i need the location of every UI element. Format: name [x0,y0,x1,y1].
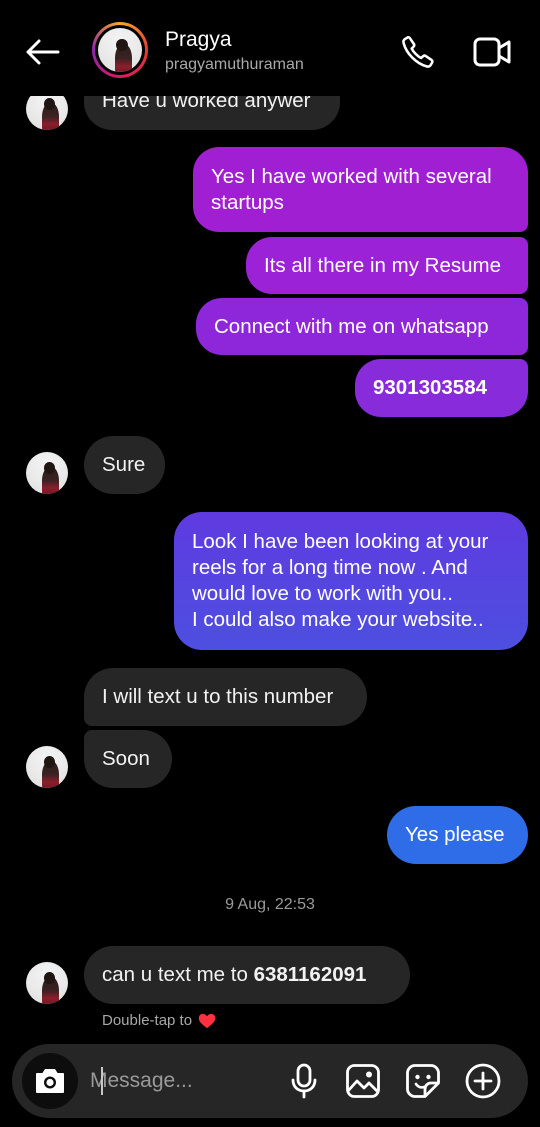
outgoing-message[interactable]: Yes I have worked with several startups [193,147,528,232]
video-call-button[interactable] [470,30,514,74]
sticker-icon [406,1064,440,1098]
text-cursor [101,1067,103,1095]
incoming-message[interactable]: can u text me to 6381162091 [84,946,410,1004]
double-tap-label: Double-tap to [102,1012,193,1029]
image-icon [346,1064,380,1098]
sender-avatar[interactable] [26,962,68,1004]
message-input[interactable] [90,1064,280,1098]
back-arrow-icon [26,39,60,65]
outgoing-message[interactable]: Its all there in my Resume [246,237,528,294]
contact-username[interactable]: pragyamuthuraman [165,56,304,74]
outgoing-message[interactable]: Connect with me on whatsapp [196,298,528,355]
incoming-message[interactable]: Soon [84,730,172,788]
incoming-message[interactable]: I will text u to this number [84,668,367,726]
camera-icon [36,1069,64,1093]
gallery-button[interactable] [343,1061,383,1101]
sender-avatar[interactable] [26,746,68,788]
phone-icon [402,36,434,68]
profile-avatar[interactable] [92,22,148,78]
voice-call-button[interactable] [396,30,440,74]
avatar-image [26,746,68,788]
avatar-image [98,28,142,72]
avatar-image [26,962,68,1004]
sender-avatar[interactable] [26,452,68,494]
chat-header: Pragya pragyamuthuraman [0,0,540,96]
outgoing-message[interactable]: Look I have been looking at your reels f… [174,512,528,650]
incoming-message[interactable]: Sure [84,436,165,494]
contact-name[interactable]: Pragya [165,28,232,52]
message-text: can u text me to [102,963,254,986]
message-phone-number: 6381162091 [253,963,367,986]
plus-circle-icon [465,1063,501,1099]
microphone-icon [291,1063,317,1099]
outgoing-message[interactable]: Yes please [387,806,528,864]
back-button[interactable] [20,30,64,74]
double-tap-hint: Double-tap to [102,1012,216,1029]
voice-message-button[interactable] [284,1061,324,1101]
message-composer [12,1044,528,1118]
heart-icon [198,1013,216,1028]
sticker-button[interactable] [403,1061,443,1101]
outgoing-message-phone-number[interactable]: 9301303584 [355,359,528,417]
more-options-button[interactable] [463,1061,503,1101]
video-camera-icon [473,37,511,67]
camera-button[interactable] [22,1053,78,1109]
avatar-image [26,452,68,494]
message-timestamp: 9 Aug, 22:53 [225,896,315,913]
